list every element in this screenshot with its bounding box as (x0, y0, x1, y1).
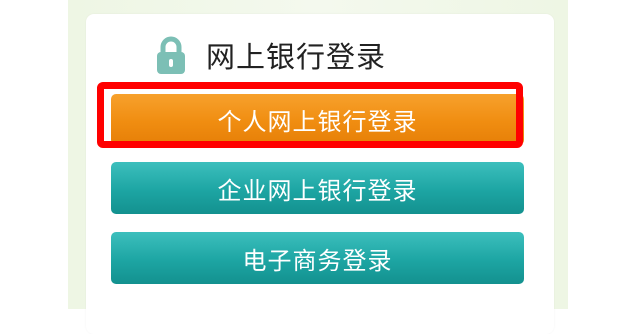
corporate-banking-login-button[interactable]: 企业网上银行登录 (111, 162, 524, 214)
ecommerce-login-label: 电子商务登录 (242, 246, 393, 275)
lock-icon (154, 35, 188, 75)
highlight-box (97, 82, 523, 148)
panel-header: 网上银行登录 (154, 30, 386, 80)
page-title: 网上银行登录 (206, 40, 387, 74)
ecommerce-login-button[interactable]: 电子商务登录 (111, 232, 524, 284)
corporate-banking-login-label: 企业网上银行登录 (217, 176, 418, 205)
